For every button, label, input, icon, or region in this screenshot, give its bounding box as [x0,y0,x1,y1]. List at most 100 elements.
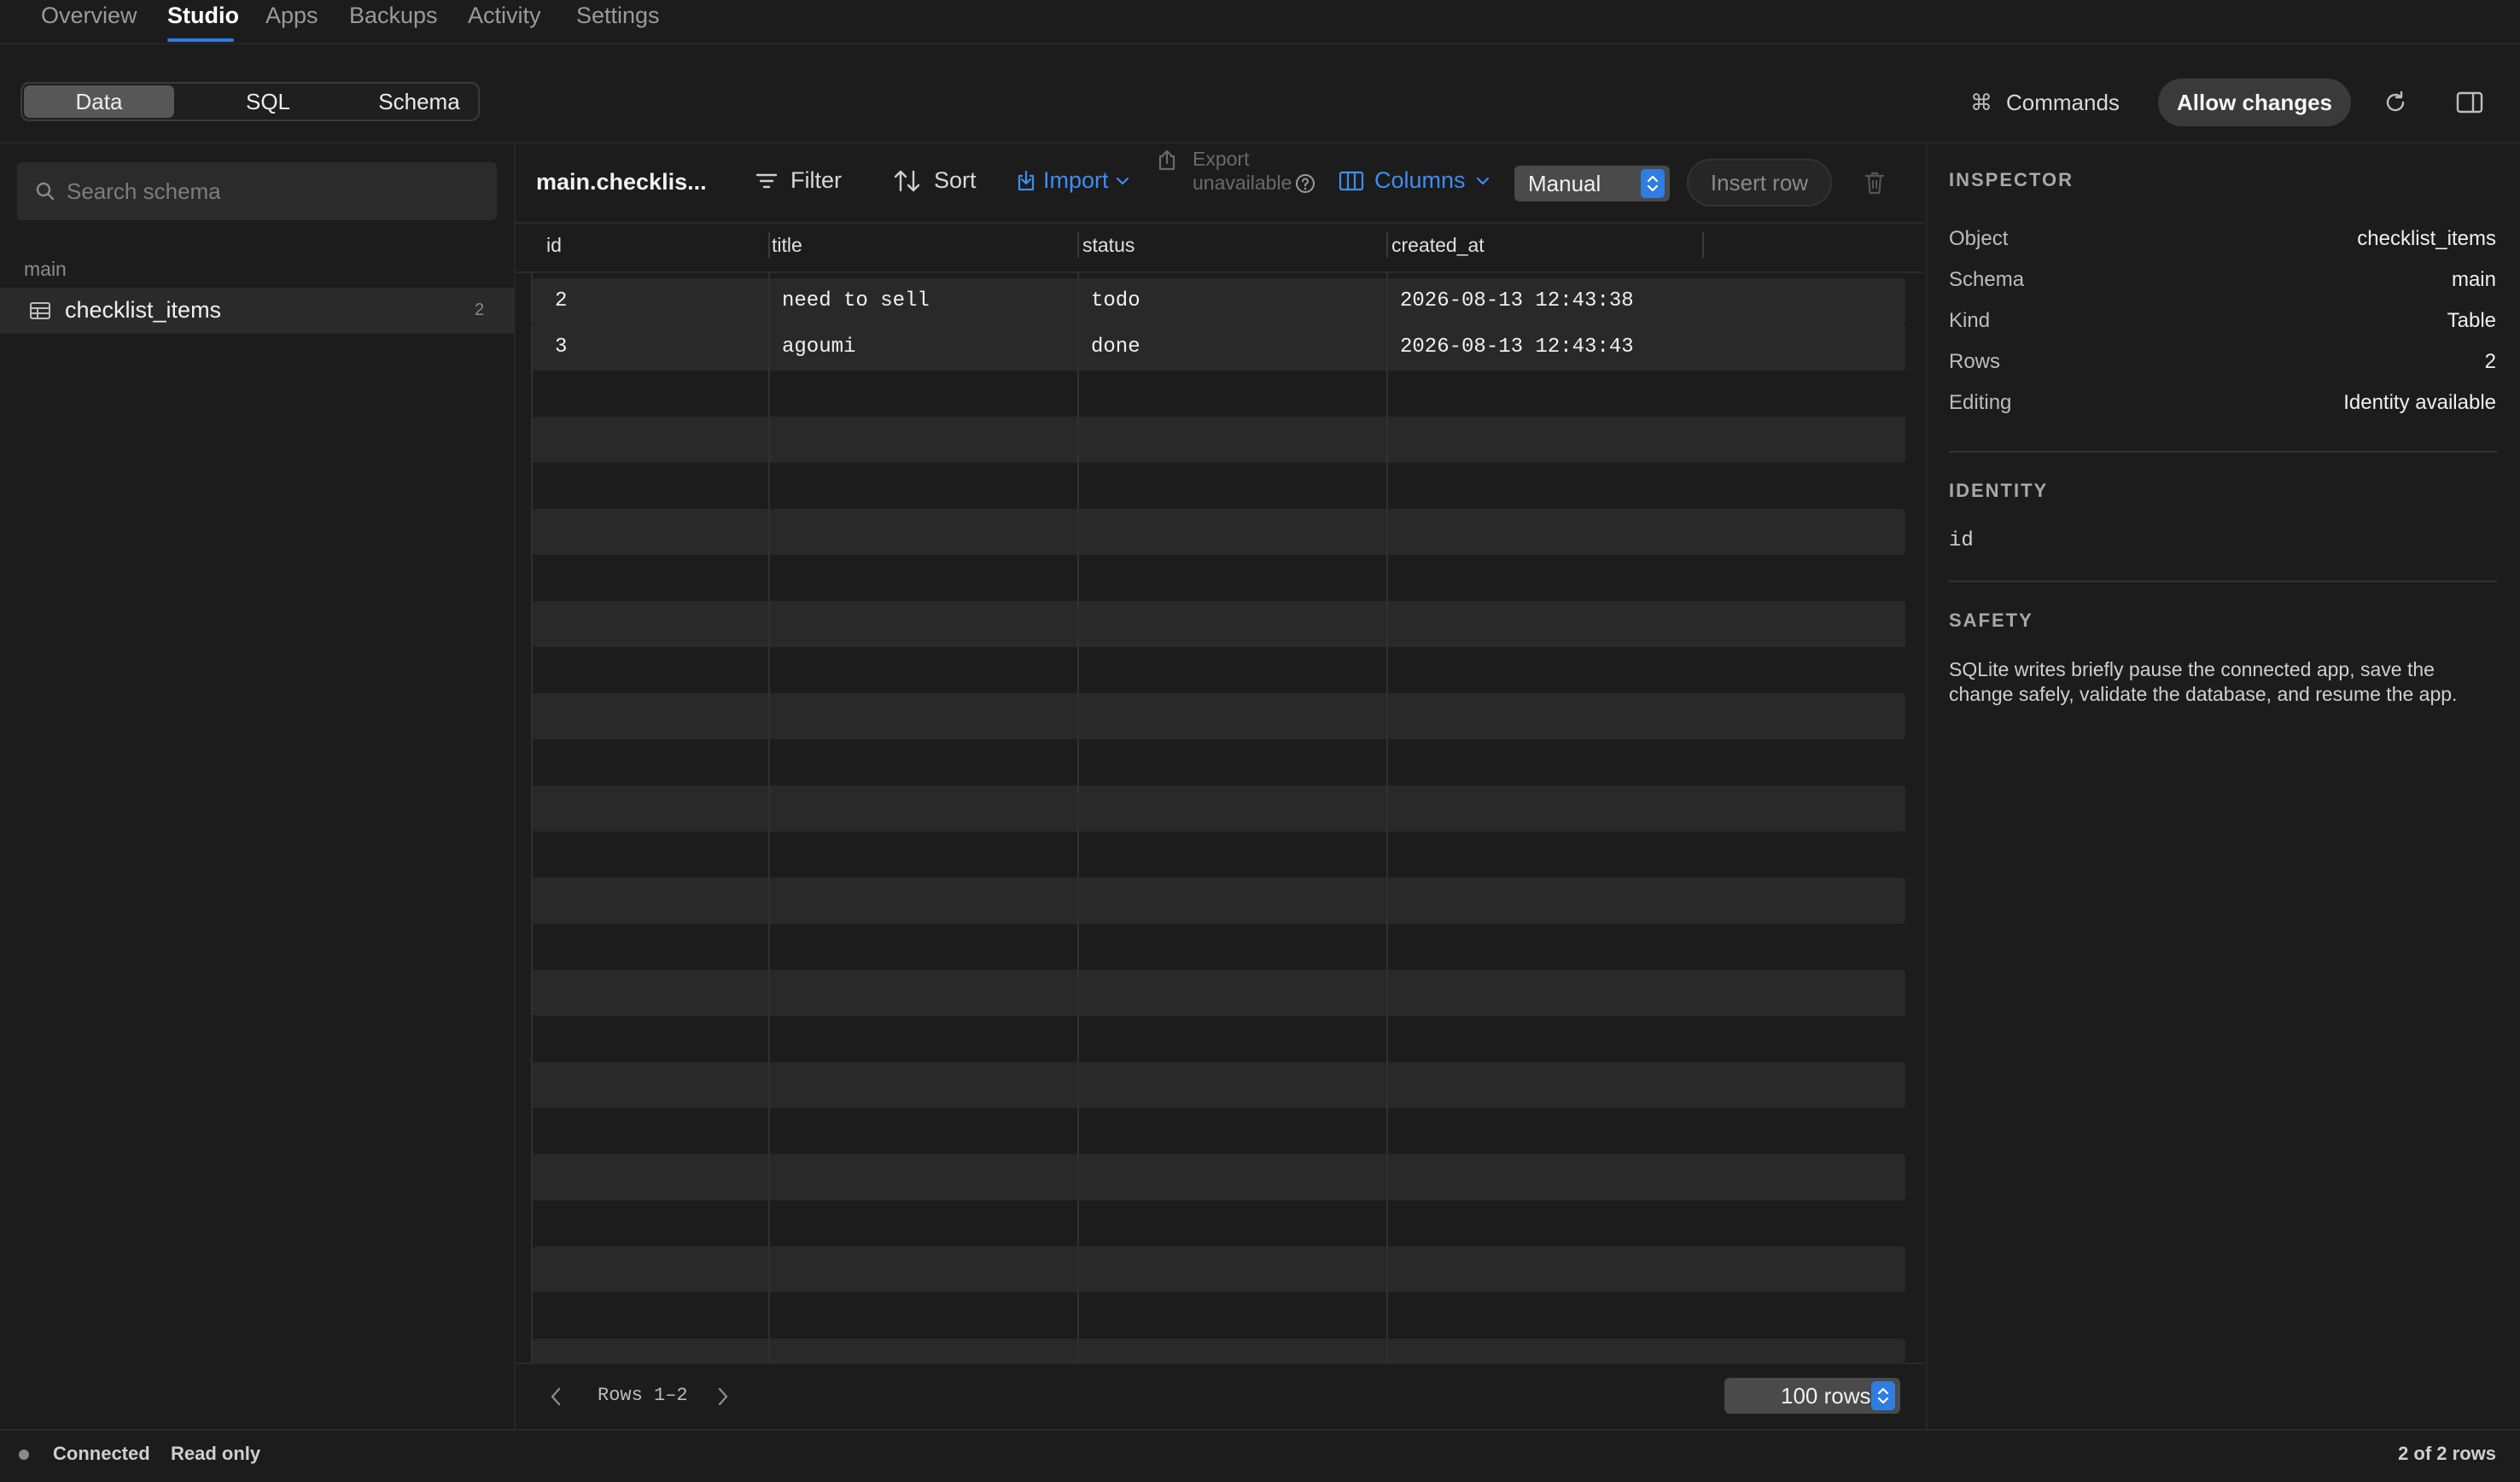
empty-row-stripe [533,1062,1905,1108]
empty-row-stripe [533,1154,1905,1200]
inspector-panel [1926,143,2520,1429]
cell-status[interactable]: done [1091,335,1140,359]
chevron-down-icon [1476,176,1490,186]
tab-studio[interactable]: Studio [167,3,239,29]
import-button[interactable]: Import [1016,167,1129,194]
inspector-key-editing: Editing [1949,391,2012,414]
inspector-key-object: Object [1949,227,2009,250]
column-header-status[interactable]: status [1082,234,1135,257]
empty-row-stripe [533,693,1905,739]
access-mode-status: Read only [171,1443,261,1464]
column-resize-handle[interactable] [1386,232,1388,258]
column-resize-handle[interactable] [768,232,770,258]
chevron-left-icon[interactable] [548,1385,563,1409]
tab-apps[interactable]: Apps [265,3,318,29]
columns-button[interactable]: Columns [1339,167,1490,194]
search-icon [34,180,56,202]
connection-status: Connected [53,1443,150,1464]
table-name: checklist_items [65,297,222,323]
chevron-right-icon[interactable] [715,1385,731,1409]
column-divider [768,271,770,1362]
empty-row-stripe [533,785,1905,831]
select-arrows-icon [1641,169,1665,198]
column-divider [1386,271,1388,1362]
rows-range-label: Rows 1–2 [598,1385,688,1406]
mode-data-button[interactable]: Data [24,85,174,118]
sort-button[interactable]: Sort [893,167,977,194]
export-label: Export unavailable [1193,148,1292,194]
empty-row-stripe [533,417,1905,463]
column-divider [1077,271,1079,1362]
commands-button[interactable]: ⌘ Commands [1970,84,2120,121]
table-title: main.checklis... [536,169,707,195]
inspector-title: INSPECTOR [1949,169,2074,190]
status-bar [0,1429,2520,1482]
tab-backups[interactable]: Backups [349,3,438,29]
command-key-icon: ⌘ [1970,89,1992,115]
column-header-created-at[interactable]: created_at [1391,234,1485,257]
filter-button[interactable]: Filter [755,167,842,194]
allow-changes-button[interactable]: Allow changes [2158,79,2351,126]
identity-section-title: IDENTITY [1949,480,2049,501]
columns-label: Columns [1374,167,1466,193]
trash-icon[interactable] [1863,169,1887,196]
inspector-value-rows: 2 [2484,350,2496,373]
cell-created-at[interactable]: 2026-08-13 12:43:38 [1400,289,1634,312]
inspector-value-schema: main [2451,268,2496,291]
empty-row-stripe [533,601,1905,647]
table-row-count: 2 [475,300,485,319]
column-resize-handle[interactable] [1702,232,1704,258]
table-row[interactable] [533,324,1905,370]
tab-settings[interactable]: Settings [576,3,660,29]
active-tab-indicator [167,38,234,42]
safety-section-title: SAFETY [1949,610,2033,631]
refresh-icon[interactable] [2382,89,2409,116]
column-divider [531,271,533,1362]
toggle-panel-icon[interactable] [2455,89,2484,116]
safety-description: SQLite writes briefly pause the connecte… [1949,658,2458,705]
filter-icon [755,171,779,191]
grid-header [516,224,1924,273]
column-header-title[interactable]: title [772,234,802,257]
empty-row-stripe [533,970,1905,1016]
help-icon[interactable] [1294,172,1316,195]
table-row[interactable] [533,278,1905,324]
search-placeholder: Search schema [67,178,221,204]
column-resize-handle[interactable] [1077,232,1079,258]
sort-label: Sort [934,167,977,193]
mode-sql-button[interactable]: SQL [193,85,343,118]
inspector-key-rows: Rows [1949,350,2001,373]
inspector-value-object: checklist_items [2357,227,2496,250]
column-header-id[interactable]: id [546,234,562,257]
inspector-value-kind: Table [2447,309,2496,332]
import-icon [1016,169,1036,193]
cell-created-at[interactable]: 2026-08-13 12:43:43 [1400,335,1634,359]
table-icon [29,300,51,321]
tab-activity[interactable]: Activity [468,3,541,29]
empty-row-stripe [533,1246,1905,1292]
cell-title[interactable]: need to sell [782,289,930,312]
chevron-down-icon [1116,176,1129,186]
inspector-value-editing: Identity available [2343,391,2496,414]
row-count-status: 2 of 2 rows [2398,1443,2496,1464]
schema-group-label: main [24,258,67,280]
connection-status-dot [19,1450,29,1460]
empty-row-stripe [533,1339,1905,1362]
cell-id[interactable]: 3 [555,335,567,359]
columns-icon [1339,170,1364,192]
import-label: Import [1043,167,1109,193]
inspector-key-kind: Kind [1949,309,1991,332]
empty-row-stripe [533,509,1905,555]
schema-sidebar [0,143,516,1429]
filter-label: Filter [790,167,842,193]
cell-status[interactable]: todo [1091,289,1140,312]
tab-overview[interactable]: Overview [41,3,137,29]
cell-title[interactable]: agoumi [782,335,855,359]
divider [1949,581,2497,582]
commands-label: Commands [2006,89,2120,115]
select-arrows-icon [1871,1381,1895,1410]
insert-row-button[interactable]: Insert row [1687,159,1832,207]
cell-id[interactable]: 2 [555,289,567,312]
mode-schema-button[interactable]: Schema [347,85,492,118]
empty-row-stripe [533,878,1905,924]
